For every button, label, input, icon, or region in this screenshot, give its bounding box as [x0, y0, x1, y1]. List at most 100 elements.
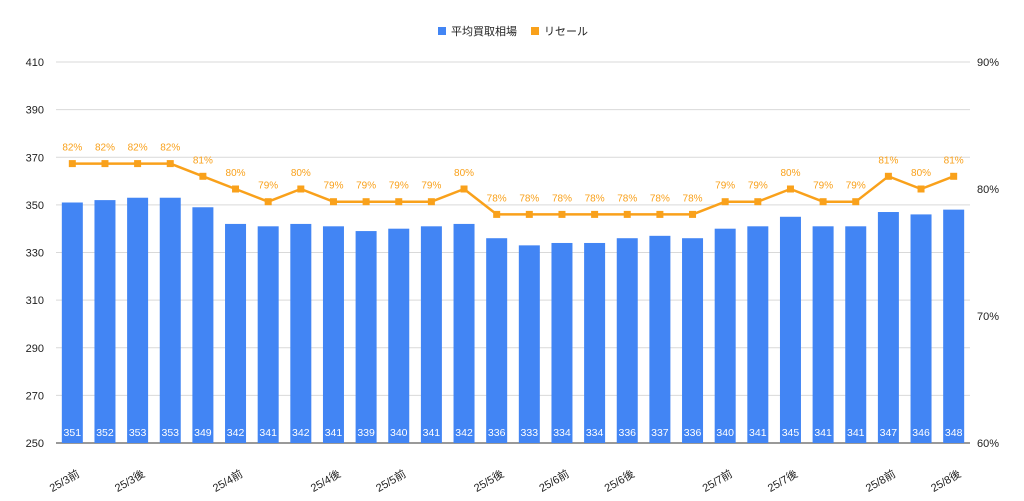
- line-value-label: 82%: [62, 143, 82, 154]
- left-tick-label: 290: [26, 343, 44, 355]
- line-point: [591, 210, 599, 218]
- line-value-label: 79%: [421, 181, 441, 192]
- chart-container: 平均買取相場 リセール 250 270 290 310 330 350 370 390 410 …: [0, 0, 1024, 496]
- x-tick-label: 25/7前: [700, 466, 735, 494]
- bar-value-label: 353: [129, 427, 147, 439]
- line-point: [656, 210, 664, 218]
- legend-label-line: リセール: [544, 25, 588, 38]
- line-value-label: 81%: [944, 155, 964, 166]
- bar-value-label: 341: [749, 427, 767, 439]
- x-tick-label: 25/3前: [47, 466, 82, 494]
- bar-value-label: 341: [423, 427, 441, 439]
- line-point: [199, 172, 207, 180]
- line-value-label: 78%: [650, 193, 670, 204]
- bar-value-label: 351: [64, 427, 82, 439]
- line-point: [623, 210, 631, 218]
- bar: [420, 226, 442, 443]
- x-tick-label: 25/5後: [471, 466, 506, 494]
- bar-value-label: 334: [553, 427, 571, 439]
- line-value-label: 79%: [323, 181, 343, 192]
- bar: [812, 226, 834, 443]
- bar: [910, 214, 932, 443]
- line-point: [362, 198, 370, 206]
- bar: [518, 245, 540, 443]
- bar: [355, 231, 377, 443]
- bar: [388, 228, 410, 443]
- x-tick-label: 25/8前: [863, 466, 898, 494]
- line-value-label: 79%: [715, 181, 735, 192]
- line-value-label: 79%: [356, 181, 376, 192]
- bar: [225, 223, 247, 443]
- x-tick-label: 25/8後: [928, 466, 963, 494]
- line-value-label: 80%: [911, 168, 931, 179]
- line-value-label: 79%: [258, 181, 278, 192]
- bar-value-label: 341: [814, 427, 832, 439]
- bar-value-label: 342: [455, 427, 473, 439]
- legend-marker-bars: [438, 27, 446, 35]
- line-value-label: 78%: [683, 193, 703, 204]
- bar-value-label: 342: [227, 427, 245, 439]
- bar-value-label: 334: [586, 427, 604, 439]
- bar-value-label: 341: [325, 427, 343, 439]
- bar: [845, 226, 867, 443]
- line-value-label: 78%: [487, 193, 507, 204]
- bar: [322, 226, 344, 443]
- bar-value-label: 345: [782, 427, 800, 439]
- line-value-label: 81%: [878, 155, 898, 166]
- line-value-label: 80%: [454, 168, 474, 179]
- x-tick-label: 25/7後: [765, 466, 800, 494]
- x-tick-label: 25/4後: [308, 466, 343, 494]
- line-point: [68, 160, 76, 168]
- line-point: [134, 160, 142, 168]
- line-value-label: 78%: [585, 193, 605, 204]
- left-tick-label: 350: [26, 200, 44, 212]
- bar-value-labels: 351 352 353 353 349 342 341 342 341 339 340 341 342 3…: [64, 427, 963, 439]
- right-tick-label: 80%: [977, 184, 999, 196]
- line-point: [427, 198, 435, 206]
- left-tick-label: 330: [26, 248, 44, 260]
- line-point: [297, 185, 305, 193]
- x-tick-label: 25/4前: [210, 466, 245, 494]
- bar-value-label: 352: [96, 427, 114, 439]
- line-value-label: 82%: [160, 143, 180, 154]
- line-value-label: 78%: [519, 193, 539, 204]
- bar: [714, 228, 736, 443]
- line-value-label: 80%: [780, 168, 800, 179]
- line-value-label: 82%: [95, 143, 115, 154]
- bar: [747, 226, 769, 443]
- bar-series: [61, 197, 965, 443]
- x-axis-ticks: 25/3前 25/3後 25/4前 25/4後 25/5前 25/5後 25/6前 25/6後…: [47, 466, 963, 494]
- bar-value-label: 346: [912, 427, 930, 439]
- line-value-label: 79%: [389, 181, 409, 192]
- bar-value-label: 348: [945, 427, 963, 439]
- line-point: [101, 160, 109, 168]
- bar: [779, 216, 801, 443]
- left-tick-label: 410: [26, 57, 44, 69]
- line-point: [329, 198, 337, 206]
- legend-marker-line: [531, 27, 539, 35]
- line-value-label: 80%: [291, 168, 311, 179]
- bar-value-label: 336: [684, 427, 702, 439]
- bar: [159, 197, 181, 443]
- right-tick-label: 90%: [977, 57, 999, 69]
- line-value-label: 79%: [813, 181, 833, 192]
- bar: [257, 226, 279, 443]
- line-value-label: 80%: [226, 168, 246, 179]
- bar: [127, 197, 149, 443]
- bar-value-label: 349: [194, 427, 212, 439]
- bar-value-label: 342: [292, 427, 310, 439]
- bar-value-label: 347: [880, 427, 898, 439]
- bar: [61, 202, 83, 443]
- line-point: [525, 210, 533, 218]
- bar: [453, 223, 475, 443]
- x-tick-label: 25/6前: [536, 466, 571, 494]
- legend: 平均買取相場 リセール: [438, 25, 588, 38]
- line-point: [558, 210, 566, 218]
- bar: [290, 223, 312, 443]
- combo-chart: 平均買取相場 リセール 250270290310330350370390410 …: [26, 25, 1000, 495]
- right-tick-label: 70%: [977, 311, 999, 323]
- left-tick-label: 310: [26, 295, 44, 307]
- bar: [551, 242, 573, 443]
- line-point: [884, 172, 892, 180]
- line-point: [232, 185, 240, 193]
